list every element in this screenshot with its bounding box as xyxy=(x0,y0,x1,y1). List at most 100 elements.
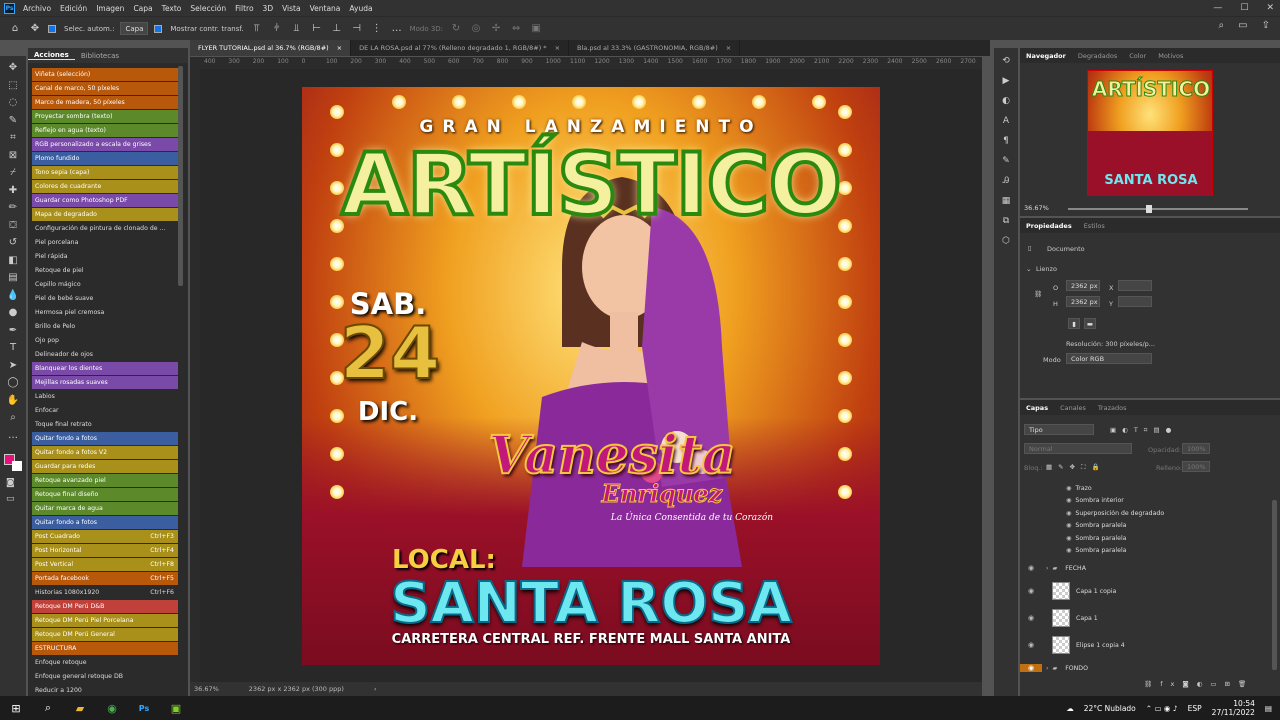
action-item[interactable]: Labios xyxy=(32,390,178,403)
action-item[interactable]: Blanquear los dientes xyxy=(32,362,178,375)
glyphs-icon[interactable]: Ꭿ xyxy=(998,174,1014,188)
layer-row[interactable]: ◉ › ▰ FECHA xyxy=(1020,560,1268,576)
3d-icon[interactable]: ⬡ xyxy=(998,234,1014,248)
clone-source-icon[interactable]: ⧉ xyxy=(998,214,1014,228)
tab-motivos[interactable]: Motivos xyxy=(1152,52,1189,60)
weather-text[interactable]: 22°C Nublado xyxy=(1084,704,1136,713)
document-tab[interactable]: DE LA ROSA.psd al 77% (Relleno degradado… xyxy=(351,40,570,56)
align-middle-icon[interactable]: ⫩ xyxy=(270,22,284,36)
minimize-icon[interactable]: — xyxy=(1213,3,1222,13)
layer-footer-icons[interactable]: ⛓fx◙◐▭⊞🗑 xyxy=(1144,680,1254,688)
tab-canales[interactable]: Canales xyxy=(1054,404,1092,412)
eye-icon[interactable]: ◉ xyxy=(1066,510,1071,517)
align-center-icon[interactable]: ⊥ xyxy=(330,22,344,36)
action-item[interactable]: Retoque DM Perú General xyxy=(32,628,178,641)
tab-capas[interactable]: Capas xyxy=(1020,404,1054,412)
healing-tool-icon[interactable]: ✚ xyxy=(4,183,22,198)
action-item[interactable]: Configuración de pintura de clonado de .… xyxy=(32,222,178,235)
quick-mask-icon[interactable]: ◙ xyxy=(6,478,15,488)
menu-seleccion[interactable]: Selección xyxy=(190,4,226,13)
action-item[interactable]: Mapa de degradado xyxy=(32,208,178,221)
color-mode-dropdown[interactable]: Color RGB xyxy=(1066,353,1152,364)
action-item[interactable]: Viñeta (selección) xyxy=(32,68,178,81)
rotate-3d-icon[interactable]: ↻ xyxy=(449,22,463,36)
move-tool-icon[interactable]: ✥ xyxy=(28,22,42,36)
lock-icons[interactable]: ▦✎✥⛶🔒 xyxy=(1046,463,1106,472)
roll-3d-icon[interactable]: ◎ xyxy=(469,22,483,36)
action-item[interactable]: Enfoque general retoque DB xyxy=(32,670,178,683)
tab-propiedades[interactable]: Propiedades xyxy=(1020,222,1078,230)
action-item[interactable]: Retoque avanzado piel xyxy=(32,474,178,487)
close-tab-icon[interactable]: × xyxy=(555,44,560,52)
action-item[interactable]: Retoque final diseño xyxy=(32,488,178,501)
action-item[interactable]: Retoque DM Perú D&B xyxy=(32,600,178,613)
layer-effect-row[interactable]: ◉ Superposición de degradado xyxy=(1020,507,1268,520)
layer-effect-row[interactable]: ◉ Sombra paralela xyxy=(1020,520,1268,533)
share-icon[interactable]: ⇪ xyxy=(1262,20,1270,31)
crop-tool-icon[interactable]: ⌗ xyxy=(4,130,22,145)
gradient-tool-icon[interactable]: ▤ xyxy=(4,270,22,285)
canvas-x-field[interactable] xyxy=(1118,280,1152,291)
tab-navegador[interactable]: Navegador xyxy=(1020,52,1072,60)
action-item[interactable]: Ojo pop xyxy=(32,334,178,347)
photoshop-taskbar-icon[interactable]: Ps xyxy=(128,696,160,720)
action-item[interactable]: Historias 1080x1920 Ctrl+F6 xyxy=(32,586,178,599)
action-item[interactable]: Post Vertical Ctrl+F8 xyxy=(32,558,178,571)
actions-scrollbar[interactable] xyxy=(178,66,183,286)
action-item[interactable]: Guardar para redes xyxy=(32,460,178,473)
menu-edicion[interactable]: Edición xyxy=(60,4,87,13)
canvas-height-field[interactable]: 2362 px xyxy=(1066,296,1100,307)
action-item[interactable]: Post Cuadrado Ctrl+F3 xyxy=(32,530,178,543)
close-icon[interactable]: ✕ xyxy=(1266,3,1274,13)
zoom-tool-icon[interactable]: ⌕ xyxy=(4,410,22,425)
action-item[interactable]: Retoque de piel xyxy=(32,264,178,277)
windows-start-icon[interactable]: ⊞ xyxy=(0,696,32,720)
path-select-tool-icon[interactable]: ➤ xyxy=(4,358,22,373)
tab-estilos[interactable]: Estilos xyxy=(1078,222,1111,230)
move-tool-icon[interactable]: ✥ xyxy=(4,60,22,75)
opacity-field[interactable]: 100% xyxy=(1182,443,1210,454)
history-brush-tool-icon[interactable]: ↺ xyxy=(4,235,22,250)
action-item[interactable]: ESTRUCTURA xyxy=(32,642,178,655)
action-item[interactable]: Delineador de ojos xyxy=(32,348,178,361)
action-item[interactable]: Canal de marco, 50 píxeles xyxy=(32,82,178,95)
eye-icon[interactable]: ◉ xyxy=(1066,547,1071,554)
action-item[interactable]: Colores de cuadrante xyxy=(32,180,178,193)
brush-settings-icon[interactable]: ✎ xyxy=(998,154,1014,168)
layer-effect-row[interactable]: ◉ Sombra paralela xyxy=(1020,545,1268,558)
layer-filter-icons[interactable]: ▣◐T⌗▤● xyxy=(1110,426,1177,435)
quick-select-tool-icon[interactable]: ✎ xyxy=(4,113,22,128)
menu-vista[interactable]: Vista xyxy=(282,4,301,13)
chrome-icon[interactable]: ◉ xyxy=(96,696,128,720)
flyer-artwork[interactable]: GRAN LANZAMIENTO ARTÍSTICO SAB. 24 DIC. … xyxy=(302,87,880,665)
canvas-width-field[interactable]: 2362 px xyxy=(1066,280,1100,291)
marquee-tool-icon[interactable]: ⬚ xyxy=(4,78,22,93)
action-item[interactable]: Quitar fondo a fotos xyxy=(32,432,178,445)
adjust-icon[interactable]: ◐ xyxy=(998,94,1014,108)
eye-icon[interactable]: ◉ xyxy=(1066,497,1071,504)
layer-row[interactable]: ◉ Elipse 1 copia 4 xyxy=(1020,633,1268,657)
align-right-icon[interactable]: ⊣ xyxy=(350,22,364,36)
menu-filtro[interactable]: Filtro xyxy=(235,4,253,13)
align-bottom-icon[interactable]: ⫫ xyxy=(290,22,304,36)
action-item[interactable]: Retoque DM Perú Piel Porcelana xyxy=(32,614,178,627)
menu-capa[interactable]: Capa xyxy=(133,4,152,13)
document-tab[interactable]: FLYER TUTORIAL.psd al 36.7% (RGB/8#) × xyxy=(190,40,352,56)
search-icon[interactable]: ⌕ xyxy=(1219,20,1225,31)
blur-tool-icon[interactable]: 💧 xyxy=(4,288,22,303)
history-icon[interactable]: ⟲ xyxy=(998,54,1014,68)
camera-3d-icon[interactable]: ▣ xyxy=(529,22,543,36)
camtasia-icon[interactable]: ▣ xyxy=(160,696,192,720)
action-item[interactable]: Quitar fondo a fotos xyxy=(32,516,178,529)
canvas-y-field[interactable] xyxy=(1118,296,1152,307)
eyedropper-tool-icon[interactable]: ⌿ xyxy=(4,165,22,180)
action-item[interactable]: Mejillas rosadas suaves xyxy=(32,376,178,389)
layer-effect-row[interactable]: ◉ Sombra interior xyxy=(1020,495,1268,508)
eye-icon[interactable]: ◉ xyxy=(1020,664,1042,672)
action-item[interactable]: Portada facebook Ctrl+F5 xyxy=(32,572,178,585)
eye-icon[interactable]: ◉ xyxy=(1020,587,1042,595)
action-item[interactable]: Piel rápida xyxy=(32,250,178,263)
show-transform-checkbox[interactable] xyxy=(154,24,163,33)
home-icon[interactable]: ⌂ xyxy=(8,22,22,36)
frame-tool-icon[interactable]: ⊠ xyxy=(4,148,22,163)
